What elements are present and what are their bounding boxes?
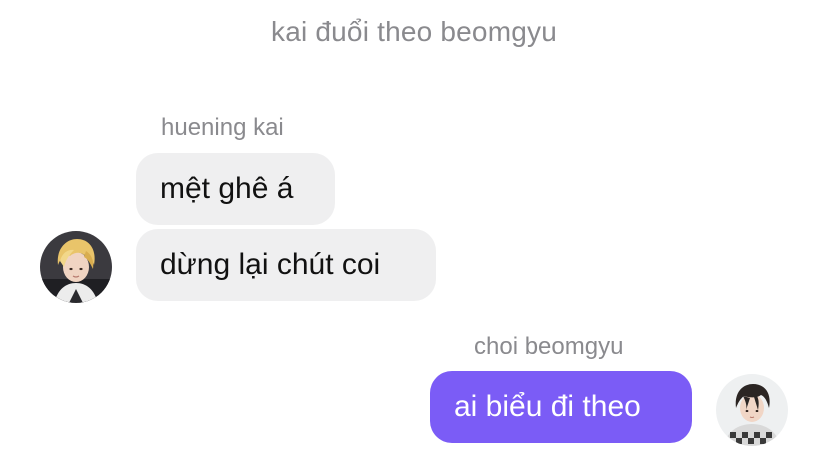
- person-photo-icon: [716, 374, 788, 446]
- sender-name-choi-beomgyu: choi beomgyu: [474, 333, 624, 360]
- chat-title: kai đuổi theo beomgyu: [271, 16, 557, 47]
- message-bubble-incoming[interactable]: dừng lại chút coi: [136, 229, 436, 301]
- person-photo-icon: [40, 231, 112, 303]
- message-bubble-incoming[interactable]: mệt ghê á: [136, 153, 335, 225]
- avatar-huening-kai[interactable]: [40, 231, 112, 303]
- sender-name-huening-kai: huening kai: [161, 114, 284, 141]
- message-bubble-outgoing[interactable]: ai biểu đi theo: [430, 371, 692, 443]
- avatar-choi-beomgyu[interactable]: [716, 374, 788, 446]
